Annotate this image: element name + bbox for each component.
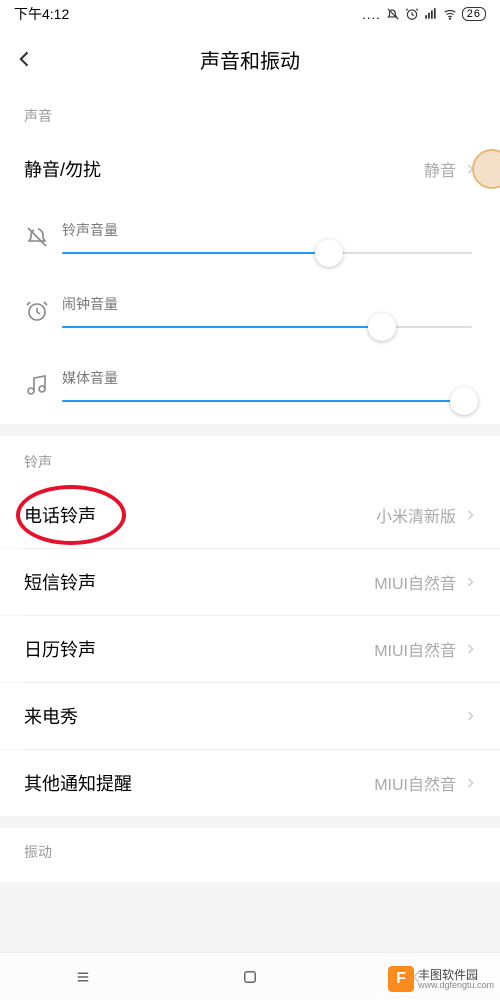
square-icon bbox=[241, 968, 259, 986]
ringer-volume-label: 铃声音量 bbox=[62, 220, 472, 240]
wifi-icon bbox=[443, 7, 457, 21]
back-button[interactable] bbox=[0, 28, 50, 90]
chevron-right-icon bbox=[464, 708, 476, 724]
sms-ringtone-value: MIUI自然音 bbox=[374, 570, 456, 594]
watermark: F 丰图软件园 www.dgfengtu.com bbox=[382, 964, 500, 994]
alarm-volume-label: 闹钟音量 bbox=[62, 294, 472, 314]
alarm-volume-slider[interactable] bbox=[62, 326, 472, 328]
watermark-brand: 丰图软件园 bbox=[418, 969, 494, 981]
status-time: 下午4:12 bbox=[14, 4, 69, 24]
phone-ringtone-value: 小米清新版 bbox=[376, 503, 456, 527]
battery-indicator: 26 bbox=[462, 7, 486, 21]
nav-menu-button[interactable] bbox=[72, 966, 94, 988]
calendar-ringtone-label: 日历铃声 bbox=[24, 636, 96, 662]
phone-ringtone-label: 电话铃声 bbox=[24, 502, 96, 528]
slider-thumb[interactable] bbox=[315, 239, 343, 267]
other-notification-value: MIUI自然音 bbox=[374, 771, 456, 795]
nav-home-button[interactable] bbox=[239, 966, 261, 988]
caller-show-row[interactable]: 来电秀 bbox=[0, 683, 500, 749]
bell-off-icon bbox=[24, 224, 50, 250]
watermark-logo-icon: F bbox=[388, 966, 414, 992]
chevron-right-icon bbox=[464, 641, 476, 657]
media-volume-row: 媒体音量 bbox=[0, 350, 500, 424]
sms-ringtone-label: 短信铃声 bbox=[24, 569, 96, 595]
music-icon bbox=[24, 372, 50, 398]
caller-show-label: 来电秀 bbox=[24, 703, 78, 729]
ellipsis-icon: .... bbox=[362, 7, 380, 22]
sms-ringtone-row[interactable]: 短信铃声 MIUI自然音 bbox=[0, 549, 500, 615]
slider-thumb[interactable] bbox=[368, 313, 396, 341]
mute-icon bbox=[386, 7, 400, 21]
phone-ringtone-row[interactable]: 电话铃声 小米清新版 bbox=[0, 482, 500, 548]
menu-icon bbox=[74, 968, 92, 986]
media-volume-slider[interactable] bbox=[62, 400, 472, 402]
other-notification-row[interactable]: 其他通知提醒 MIUI自然音 bbox=[0, 750, 500, 816]
section-header-vibration: 振动 bbox=[0, 828, 500, 882]
other-notification-label: 其他通知提醒 bbox=[24, 770, 132, 796]
watermark-url: www.dgfengtu.com bbox=[418, 981, 494, 990]
calendar-ringtone-value: MIUI自然音 bbox=[374, 637, 456, 661]
status-bar: 下午4:12 .... 26 bbox=[0, 0, 500, 28]
alarm-status-icon bbox=[405, 7, 419, 21]
signal-icon bbox=[424, 7, 438, 21]
chevron-left-icon bbox=[15, 49, 35, 69]
floating-avatar-icon[interactable] bbox=[472, 149, 500, 189]
silent-dnd-label: 静音/勿扰 bbox=[24, 156, 101, 182]
header-bar: 声音和振动 bbox=[0, 28, 500, 90]
slider-thumb[interactable] bbox=[450, 387, 478, 415]
ringer-volume-slider[interactable] bbox=[62, 252, 472, 254]
section-header-ringtone: 铃声 bbox=[0, 436, 500, 482]
page-title: 声音和振动 bbox=[0, 45, 500, 74]
silent-dnd-row[interactable]: 静音/勿扰 静音 bbox=[0, 136, 500, 202]
alarm-icon bbox=[24, 298, 50, 324]
calendar-ringtone-row[interactable]: 日历铃声 MIUI自然音 bbox=[0, 616, 500, 682]
alarm-volume-row: 闹钟音量 bbox=[0, 276, 500, 350]
status-indicators: .... 26 bbox=[362, 7, 486, 22]
chevron-right-icon bbox=[464, 775, 476, 791]
ringer-volume-row: 铃声音量 bbox=[0, 202, 500, 276]
section-header-sound: 声音 bbox=[0, 90, 500, 136]
chevron-right-icon bbox=[464, 507, 476, 523]
chevron-right-icon bbox=[464, 574, 476, 590]
silent-dnd-value: 静音 bbox=[424, 157, 456, 181]
media-volume-label: 媒体音量 bbox=[62, 368, 472, 388]
